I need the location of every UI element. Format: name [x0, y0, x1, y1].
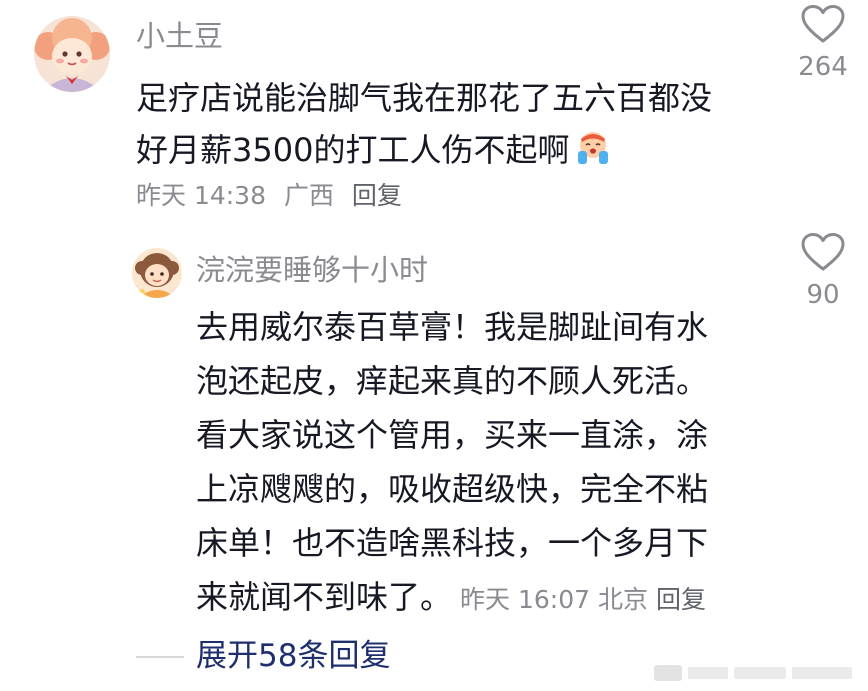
- comment-location: 广西: [283, 181, 334, 210]
- reply-text-line: 去用威尔泰百草膏！我是脚趾间有水: [196, 308, 709, 346]
- comment-text-line: 好月薪3500的打工人伤不起啊: [136, 124, 736, 176]
- like-button[interactable]: 264: [790, 4, 856, 84]
- reply-text-line: 床单！也不造啥黑科技，一个多月下: [196, 524, 709, 562]
- comment-location: 北京: [598, 585, 649, 614]
- reply-text: 去用威尔泰百草膏！我是脚趾间有水 泡还起皮，痒起来真的不顾人死活。 看大家说这个…: [196, 300, 756, 627]
- username[interactable]: 浣浣要睡够十小时: [196, 248, 428, 292]
- avatar[interactable]: [132, 248, 182, 298]
- expand-divider: [136, 656, 184, 658]
- like-count: 90: [806, 280, 840, 310]
- watermark-logo: [654, 661, 854, 685]
- heart-outline-icon: [801, 233, 845, 271]
- comment-text: 足疗店说能治脚气我在那花了五六百都没 好月薪3500的打工人伤不起啊: [136, 72, 736, 176]
- reply-button[interactable]: 回复: [352, 181, 402, 210]
- like-count: 264: [798, 52, 848, 82]
- reply-button[interactable]: 回复: [656, 585, 706, 614]
- avatar[interactable]: [34, 16, 110, 92]
- reply-text-line: 上凉飕飕的，吸收超级快，完全不粘: [196, 470, 709, 508]
- comment-meta: 昨天 16:07 北京 回复: [460, 585, 714, 614]
- expand-replies-button[interactable]: 展开58条回复: [196, 634, 390, 678]
- crying-face-emoji: [575, 128, 611, 164]
- comment-time: 昨天 16:07: [460, 585, 591, 614]
- reply-text-line: 泡还起皮，痒起来真的不顾人死活。: [196, 362, 709, 400]
- username[interactable]: 小土豆: [136, 14, 223, 58]
- comment-meta: 昨天 14:38 广西 回复: [136, 176, 412, 216]
- heart-outline-icon: [801, 5, 845, 43]
- comment-thread: 小土豆 足疗店说能治脚气我在那花了五六百都没 好月薪3500的打工人伤不起啊 昨…: [0, 0, 868, 691]
- comment-time: 昨天 14:38: [136, 181, 266, 210]
- comment-text-line: 足疗店说能治脚气我在那花了五六百都没: [136, 79, 713, 117]
- reply-text-line: 看大家说这个管用，买来一直涂，涂: [196, 416, 709, 454]
- like-button[interactable]: 90: [790, 232, 856, 312]
- reply-text-fragment: 来就闻不到味了。: [196, 578, 453, 616]
- comment-text-fragment: 好月薪3500的打工人伤不起啊: [136, 131, 570, 169]
- reply-text-line: 来就闻不到味了。 昨天 16:07 北京 回复: [196, 570, 756, 627]
